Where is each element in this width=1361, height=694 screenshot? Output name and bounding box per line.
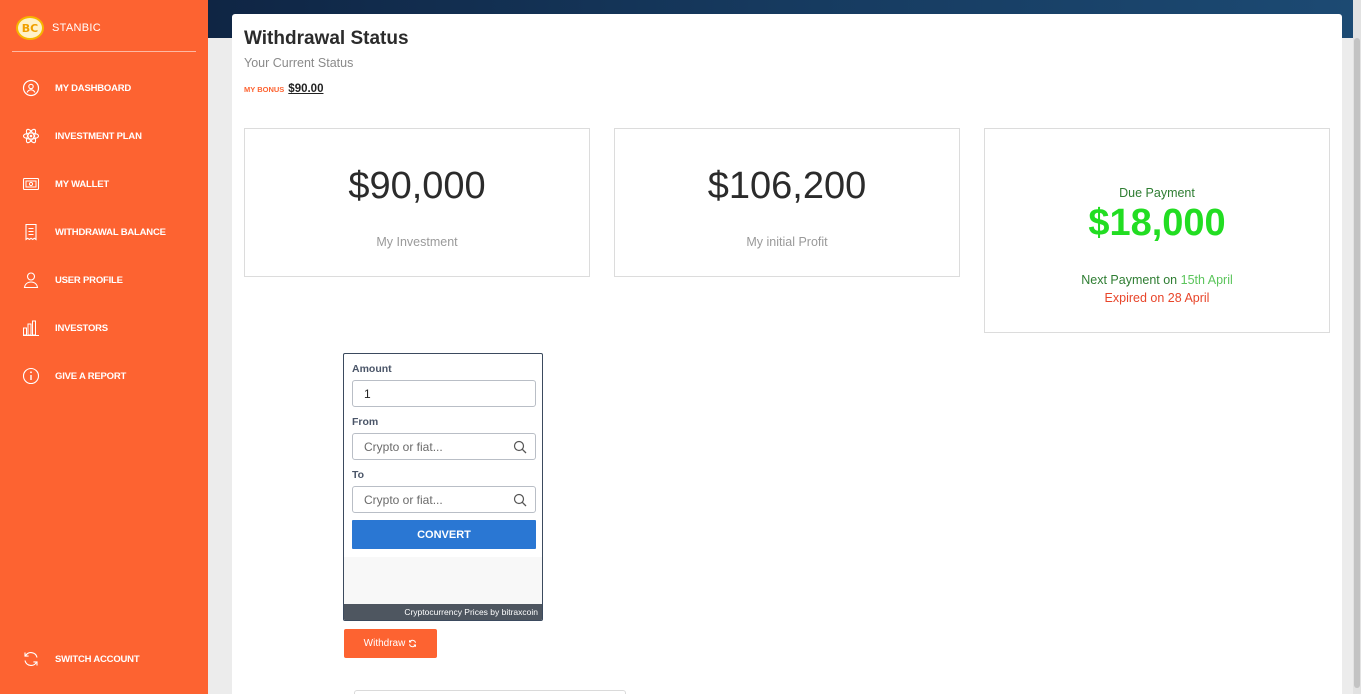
bottom-input-field[interactable] bbox=[354, 690, 626, 694]
sidebar-item-label: INVESTMENT PLAN bbox=[55, 130, 142, 142]
sidebar-item-give-a-report[interactable]: GIVE A REPORT bbox=[22, 366, 126, 386]
sidebar-item-label: MY WALLET bbox=[55, 178, 109, 190]
sidebar-item-label: SWITCH ACCOUNT bbox=[55, 653, 140, 665]
wallet-icon bbox=[22, 175, 40, 193]
investment-value: $90,000 bbox=[348, 165, 486, 207]
to-label: To bbox=[352, 469, 365, 481]
sidebar-item-user-profile[interactable]: USER PROFILE bbox=[22, 270, 123, 290]
search-icon bbox=[513, 493, 527, 507]
bonus-label: MY BONUS bbox=[244, 85, 285, 94]
sidebar-item-my-wallet[interactable]: MY WALLET bbox=[22, 174, 109, 194]
bonus: MY BONUS $90.00 bbox=[244, 83, 323, 95]
withdraw-label: Withdraw bbox=[363, 638, 406, 649]
refresh-icon bbox=[22, 650, 40, 668]
convert-button[interactable]: CONVERT bbox=[352, 520, 536, 549]
amount-input[interactable]: 1 bbox=[352, 380, 536, 407]
sidebar-item-label: WITHDRAWAL BALANCE bbox=[55, 226, 166, 238]
crypto-converter-widget: Amount 1 From Crypto or fiat... To Crypt… bbox=[343, 353, 543, 621]
main-panel: Withdrawal Status Your Current Status MY… bbox=[232, 14, 1342, 694]
due-payment-card: Due Payment $18,000 Next Payment on 15th… bbox=[984, 128, 1330, 333]
amount-value: 1 bbox=[364, 386, 371, 401]
dashboard-icon bbox=[22, 79, 40, 97]
brand[interactable]: BC STANBIC bbox=[16, 16, 101, 40]
from-placeholder: Crypto or fiat... bbox=[364, 439, 443, 454]
due-payment-title: Due Payment bbox=[1119, 186, 1195, 200]
investment-card: $90,000 My Investment bbox=[244, 128, 590, 277]
next-payment-prefix: Next Payment on bbox=[1081, 273, 1178, 287]
receipt-icon bbox=[22, 223, 40, 241]
to-placeholder: Crypto or fiat... bbox=[364, 492, 443, 507]
brand-logo: BC bbox=[16, 16, 44, 40]
expired-notice: Expired on 28 April bbox=[1104, 291, 1210, 305]
sidebar-item-investors[interactable]: INVESTORS bbox=[22, 318, 108, 338]
due-payment-amount: $18,000 bbox=[1088, 202, 1226, 244]
bar-chart-icon bbox=[22, 319, 40, 337]
user-icon bbox=[22, 271, 40, 289]
sidebar-item-my-dashboard[interactable]: MY DASHBOARD bbox=[22, 78, 131, 98]
sidebar-item-label: USER PROFILE bbox=[55, 274, 123, 286]
profit-label: My initial Profit bbox=[746, 235, 828, 249]
profit-value: $106,200 bbox=[707, 165, 867, 207]
scrollbar-thumb[interactable] bbox=[1354, 38, 1360, 688]
to-currency-input[interactable]: Crypto or fiat... bbox=[352, 486, 536, 513]
from-currency-input[interactable]: Crypto or fiat... bbox=[352, 433, 536, 460]
info-icon bbox=[22, 367, 40, 385]
next-payment-date: 15th April bbox=[1180, 273, 1233, 287]
refresh-icon bbox=[409, 639, 417, 648]
bonus-value[interactable]: $90.00 bbox=[288, 83, 323, 95]
next-payment: Next Payment on 15th April bbox=[985, 273, 1329, 287]
page-subtitle: Your Current Status bbox=[244, 56, 354, 70]
sidebar-item-label: GIVE A REPORT bbox=[55, 370, 127, 382]
sidebar-item-withdrawal-balance[interactable]: WITHDRAWAL BALANCE bbox=[22, 222, 166, 242]
converter-footer-link[interactable]: Cryptocurrency Prices by bitraxcoin bbox=[344, 604, 542, 620]
search-icon bbox=[513, 440, 527, 454]
investment-label: My Investment bbox=[376, 235, 458, 249]
sidebar: BC STANBIC MY DASHBOARD INVESTMENT PLAN … bbox=[0, 0, 208, 694]
sidebar-item-investment-plan[interactable]: INVESTMENT PLAN bbox=[22, 126, 142, 146]
profit-card: $106,200 My initial Profit bbox=[614, 128, 960, 277]
result-area bbox=[344, 557, 542, 604]
amount-label: Amount bbox=[352, 363, 392, 375]
sidebar-divider bbox=[12, 51, 196, 52]
from-label: From bbox=[352, 416, 379, 428]
scrollbar[interactable] bbox=[1353, 0, 1361, 694]
withdraw-button[interactable]: Withdraw bbox=[344, 629, 437, 658]
sidebar-item-label: MY DASHBOARD bbox=[55, 82, 132, 94]
sidebar-item-label: INVESTORS bbox=[55, 322, 108, 334]
brand-name: STANBIC bbox=[52, 22, 101, 34]
page-title: Withdrawal Status bbox=[244, 28, 409, 49]
atom-icon bbox=[22, 127, 40, 145]
sidebar-item-switch-account[interactable]: SWITCH ACCOUNT bbox=[22, 649, 140, 669]
